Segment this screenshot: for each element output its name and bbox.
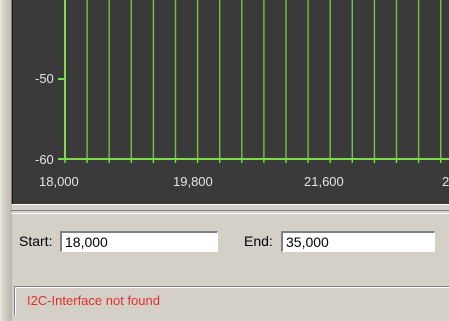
x-tick-label-19800: 19,800: [173, 174, 213, 189]
separator: [11, 210, 449, 214]
x-tick-label-partial: 2: [442, 174, 449, 189]
status-bar: I2C-Interface not found: [14, 286, 449, 315]
status-message: I2C-Interface not found: [27, 293, 160, 308]
end-input[interactable]: 35,000: [281, 231, 435, 252]
end-label: End:: [244, 233, 273, 249]
x-tick-label-18000: 18,000: [39, 174, 79, 189]
y-tick-label-minus-50: -50: [35, 71, 54, 86]
x-tick-label-21600: 21,600: [304, 174, 344, 189]
grid-lines: [64, 0, 442, 163]
start-label: Start:: [19, 233, 53, 249]
spectrum-plot: -50 -60 18,000 19,800 21,600 2: [11, 0, 449, 205]
start-input[interactable]: 18,000: [60, 231, 218, 252]
range-controls: Start: 18,000 End: 35,000: [11, 219, 449, 269]
plot-canvas: -50 -60 18,000 19,800 21,600 2: [35, 0, 449, 189]
y-tick-label-minus-60: -60: [35, 152, 54, 167]
